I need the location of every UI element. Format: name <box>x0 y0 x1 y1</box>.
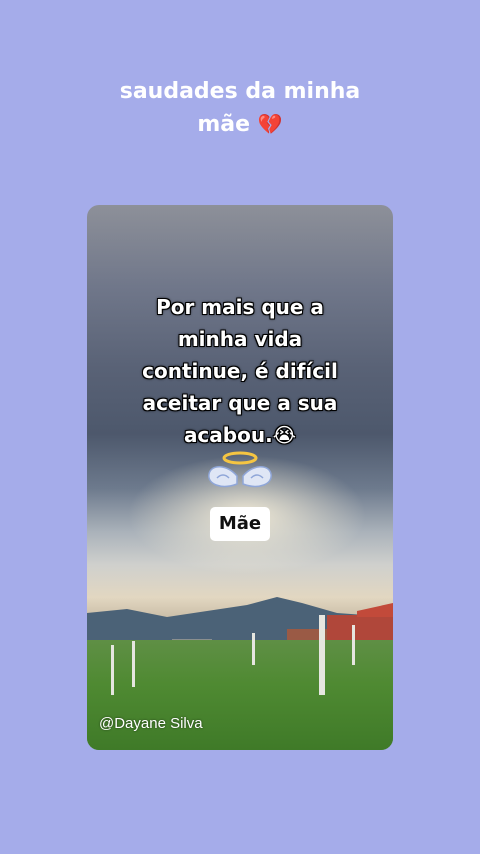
angel-halo-icon <box>208 451 272 488</box>
story-title-text: mãe <box>197 112 251 137</box>
quote-line: minha vida <box>177 327 303 351</box>
quote-text: Por mais que a minha vida continue, é di… <box>105 291 375 451</box>
author-credit: @Dayane Silva <box>99 715 203 732</box>
quote-line: aceitar que a sua <box>142 391 338 415</box>
mae-sticker: Mãe <box>210 507 270 541</box>
quote-line: Por mais que a <box>156 295 324 319</box>
story-title-line2: mãe 💔 <box>40 108 440 141</box>
quote-line: continue, é difícil <box>142 359 338 383</box>
story-image-card[interactable]: Por mais que a minha vida continue, é di… <box>87 205 393 750</box>
story-title-line1: saudades da minha <box>119 79 361 104</box>
broken-heart-icon: 💔 <box>257 112 283 136</box>
story-title: saudades da minha mãe 💔 <box>40 76 440 141</box>
quote-line: acabou.😭 <box>183 423 297 447</box>
